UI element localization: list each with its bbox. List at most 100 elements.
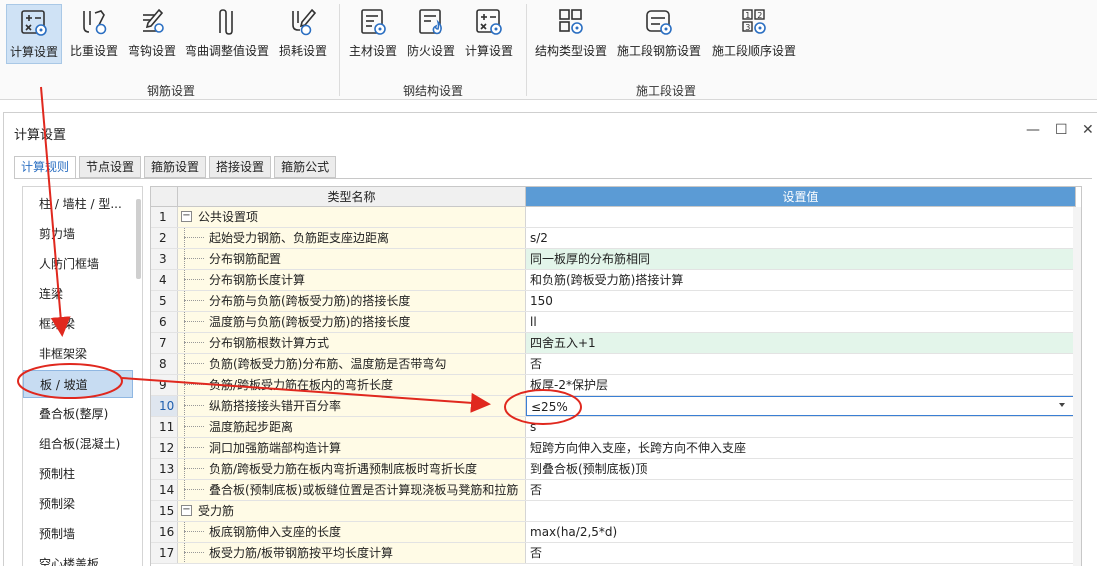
- table-row[interactable]: 16 板底钢筋伸入支座的长度 max(ha/2,5*d): [151, 522, 1081, 543]
- setting-value-cell[interactable]: [526, 207, 1076, 227]
- main-material-button[interactable]: 主材设置: [345, 4, 401, 64]
- table-row[interactable]: 2 起始受力钢筋、负筋距支座边距离 s/2: [151, 228, 1081, 249]
- setting-value-cell[interactable]: 短跨方向伸入支座，长跨方向不伸入支座: [526, 438, 1076, 458]
- setting-name-cell[interactable]: 负筋/跨板受力筋在板内弯折遇预制底板时弯折长度: [178, 459, 526, 479]
- list-item-frame-beam[interactable]: 框架梁: [23, 310, 133, 338]
- table-row[interactable]: 17 板受力筋/板带钢筋按平均长度计算 否: [151, 543, 1081, 564]
- list-item-hollow-slab[interactable]: 空心楼盖板: [23, 550, 133, 566]
- bend-adjust-button[interactable]: 弯曲调整值设置: [183, 4, 271, 64]
- list-item-composite-slab-concrete[interactable]: 组合板(混凝土): [23, 430, 133, 458]
- tab-node-settings[interactable]: 节点设置: [79, 156, 142, 178]
- tree-guide: [184, 543, 185, 563]
- list-item-precast-wall[interactable]: 预制墙: [23, 520, 133, 548]
- tab-calc-rules[interactable]: 计算规则: [14, 156, 77, 179]
- grid-header-value[interactable]: 设置值: [526, 187, 1076, 207]
- tree-guide: [184, 426, 204, 427]
- setting-name-cell[interactable]: 分布钢筋根数计算方式: [178, 333, 526, 353]
- tree-guide: [184, 384, 204, 385]
- table-row[interactable]: 1− 公共设置项: [151, 207, 1081, 228]
- grid-header-name[interactable]: 类型名称: [178, 187, 526, 207]
- chevron-down-icon[interactable]: [1059, 403, 1065, 407]
- setting-name-cell[interactable]: 起始受力钢筋、负筋距支座边距离: [178, 228, 526, 248]
- tab-stirrup-formula[interactable]: 箍筋公式: [274, 156, 337, 178]
- table-row[interactable]: 3 分布钢筋配置 同一板厚的分布筋相同: [151, 249, 1081, 270]
- list-scrollbar[interactable]: [136, 199, 141, 279]
- setting-name-cell[interactable]: 洞口加强筋端部构造计算: [178, 438, 526, 458]
- setting-value-cell[interactable]: ll: [526, 312, 1076, 332]
- list-item-precast-beam[interactable]: 预制梁: [23, 490, 133, 518]
- setting-value-cell[interactable]: max(ha/2,5*d): [526, 522, 1076, 542]
- structure-type-button[interactable]: 结构类型设置: [533, 4, 609, 64]
- table-row[interactable]: 9 负筋/跨板受力筋在板内的弯折长度 板厚-2*保护层: [151, 375, 1081, 396]
- collapse-icon[interactable]: −: [181, 211, 192, 222]
- minimize-icon[interactable]: —: [1026, 122, 1040, 138]
- close-icon[interactable]: ✕: [1082, 122, 1094, 138]
- tree-guide: [184, 333, 185, 353]
- row-number: 8: [151, 354, 178, 374]
- setting-value-cell[interactable]: 否: [526, 480, 1076, 500]
- table-row[interactable]: 4 分布钢筋长度计算 和负筋(跨板受力筋)搭接计算: [151, 270, 1081, 291]
- list-item-composite-slab-thick[interactable]: 叠合板(整厚): [23, 400, 133, 428]
- setting-name-cell[interactable]: 分布钢筋配置: [178, 249, 526, 269]
- setting-name-cell[interactable]: − 受力筋: [178, 501, 526, 521]
- table-row[interactable]: 14 叠合板(预制底板)或板缝位置是否计算现浇板马凳筋和拉筋否: [151, 480, 1081, 501]
- tab-lap-settings[interactable]: 搭接设置: [209, 156, 272, 178]
- table-row[interactable]: 11 温度筋起步距离 s: [151, 417, 1081, 438]
- list-item-shear-wall[interactable]: 剪力墙: [23, 220, 133, 248]
- setting-value-dropdown[interactable]: ≤25%: [526, 396, 1076, 416]
- list-item-non-frame-beam[interactable]: 非框架梁: [23, 340, 133, 368]
- stage-order-button[interactable]: 123 施工段顺序设置: [709, 4, 799, 64]
- setting-name-cell[interactable]: 叠合板(预制底板)或板缝位置是否计算现浇板马凳筋和拉筋: [178, 480, 526, 500]
- table-row[interactable]: 12 洞口加强筋端部构造计算 短跨方向伸入支座，长跨方向不伸入支座: [151, 438, 1081, 459]
- setting-name-cell[interactable]: 纵筋搭接接头错开百分率: [178, 396, 526, 416]
- setting-name-cell[interactable]: 分布筋与负筋(跨板受力筋)的搭接长度: [178, 291, 526, 311]
- maximize-icon[interactable]: ☐: [1055, 122, 1068, 138]
- list-item-slab-ramp[interactable]: 板 / 坡道: [23, 370, 133, 398]
- setting-value-cell[interactable]: s/2: [526, 228, 1076, 248]
- table-row[interactable]: 10 纵筋搭接接头错开百分率 ≤25%: [151, 396, 1081, 417]
- table-row[interactable]: 7 分布钢筋根数计算方式 四舍五入+1: [151, 333, 1081, 354]
- setting-value-cell[interactable]: 四舍五入+1: [526, 333, 1076, 353]
- hook-settings-button[interactable]: 弯钩设置: [125, 4, 179, 64]
- setting-value-text: s: [530, 420, 537, 434]
- table-row[interactable]: 6 温度筋与负筋(跨板受力筋)的搭接长度 ll: [151, 312, 1081, 333]
- setting-value-cell[interactable]: 到叠合板(预制底板)顶: [526, 459, 1076, 479]
- list-item-coupling-beam[interactable]: 连梁: [23, 280, 133, 308]
- fire-settings-button[interactable]: 防火设置: [404, 4, 458, 64]
- setting-name-cell[interactable]: 板底钢筋伸入支座的长度: [178, 522, 526, 542]
- list-item-civil-door-wall[interactable]: 人防门框墙: [23, 250, 133, 278]
- ratio-settings-button[interactable]: 比重设置: [67, 4, 121, 64]
- collapse-icon[interactable]: −: [181, 505, 192, 516]
- setting-value-text: s/2: [530, 231, 548, 245]
- grid-scrollbar[interactable]: [1073, 207, 1081, 566]
- setting-name-cell[interactable]: 温度筋与负筋(跨板受力筋)的搭接长度: [178, 312, 526, 332]
- tab-stirrup-settings[interactable]: 箍筋设置: [144, 156, 207, 178]
- setting-value-cell[interactable]: 板厚-2*保护层: [526, 375, 1076, 395]
- setting-name-cell[interactable]: 板受力筋/板带钢筋按平均长度计算: [178, 543, 526, 563]
- list-item-precast-column[interactable]: 预制柱: [23, 460, 133, 488]
- setting-value-cell[interactable]: 否: [526, 354, 1076, 374]
- setting-value-cell[interactable]: 否: [526, 543, 1076, 563]
- calc-settings-button[interactable]: 计算设置: [6, 4, 62, 64]
- setting-value-cell[interactable]: s: [526, 417, 1076, 437]
- setting-name-cell[interactable]: − 公共设置项: [178, 207, 526, 227]
- setting-name-cell[interactable]: 分布钢筋长度计算: [178, 270, 526, 290]
- steel-calc-settings-button[interactable]: 计算设置: [461, 4, 517, 64]
- setting-value-cell[interactable]: 150: [526, 291, 1076, 311]
- stage-rebar-button[interactable]: 施工段钢筋设置: [614, 4, 704, 64]
- setting-name-cell[interactable]: 温度筋起步距离: [178, 417, 526, 437]
- setting-value-cell[interactable]: 和负筋(跨板受力筋)搭接计算: [526, 270, 1076, 290]
- table-row[interactable]: 8 负筋(跨板受力筋)分布筋、温度筋是否带弯勾 否: [151, 354, 1081, 375]
- setting-name-cell[interactable]: 负筋(跨板受力筋)分布筋、温度筋是否带弯勾: [178, 354, 526, 374]
- table-row[interactable]: 5 分布筋与负筋(跨板受力筋)的搭接长度 150: [151, 291, 1081, 312]
- row-number: 2: [151, 228, 178, 248]
- list-item-column[interactable]: 柱 / 墙柱 / 型...: [23, 190, 133, 218]
- table-row[interactable]: 13 负筋/跨板受力筋在板内弯折遇预制底板时弯折长度 到叠合板(预制底板)顶: [151, 459, 1081, 480]
- setting-value-cell[interactable]: [526, 501, 1076, 521]
- setting-name-cell[interactable]: 负筋/跨板受力筋在板内的弯折长度: [178, 375, 526, 395]
- row-number: 3: [151, 249, 178, 269]
- row-number: 10: [151, 396, 178, 416]
- table-row[interactable]: 15− 受力筋: [151, 501, 1081, 522]
- setting-value-cell[interactable]: 同一板厚的分布筋相同: [526, 249, 1076, 269]
- loss-settings-button[interactable]: 损耗设置: [276, 4, 330, 64]
